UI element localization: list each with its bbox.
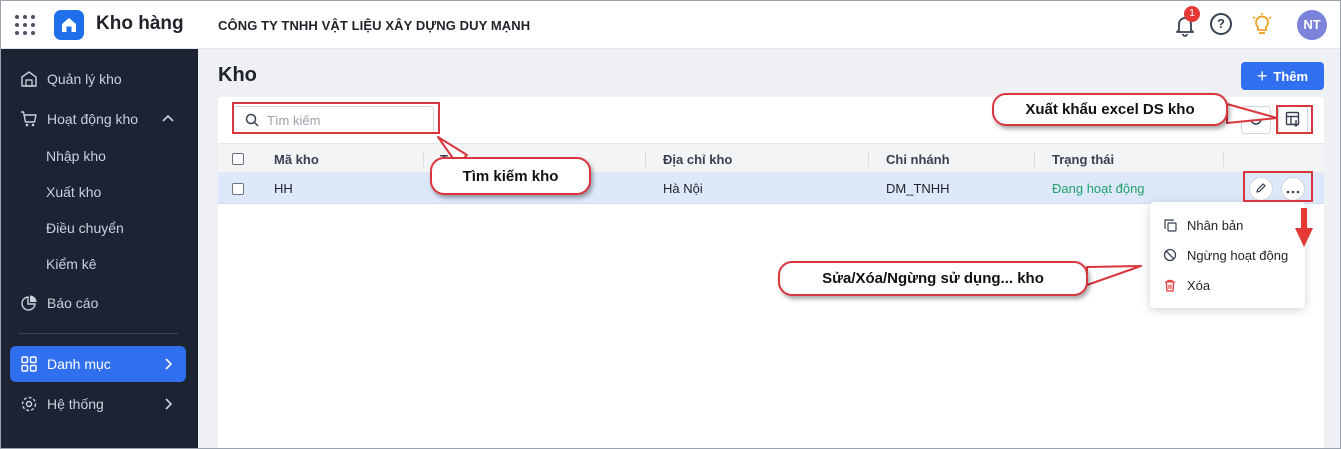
search-callout: Tìm kiếm kho <box>430 157 591 195</box>
actions-callout: Sửa/Xóa/Ngừng sử dụng... kho <box>778 261 1088 296</box>
search-highlight-box <box>232 102 440 134</box>
actions-highlight-box <box>1243 171 1313 202</box>
app-window: Kho hàng CÔNG TY TNHH VẬT LIỆU XÂY DỰNG … <box>0 0 1341 449</box>
annotation-arrows <box>437 103 1313 286</box>
export-highlight-box <box>1276 105 1313 134</box>
export-callout: Xuất khẩu excel DS kho <box>992 93 1228 126</box>
